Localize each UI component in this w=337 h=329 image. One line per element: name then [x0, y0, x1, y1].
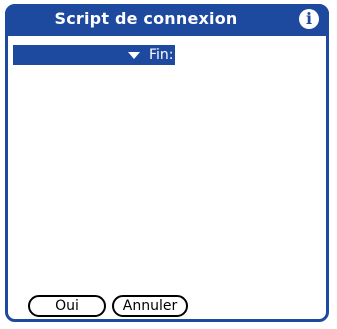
script-step-row[interactable]: Fin:: [13, 45, 175, 65]
dialog-window: Script de connexion i Fin: Oui Annuler: [5, 4, 329, 322]
title-bar: Script de connexion i: [5, 4, 329, 36]
dialog-title: Script de connexion: [54, 9, 238, 28]
info-glyph: i: [305, 9, 313, 28]
info-icon[interactable]: i: [299, 9, 319, 29]
annuler-button[interactable]: Annuler: [112, 295, 188, 317]
oui-button[interactable]: Oui: [28, 295, 106, 317]
script-step-label: Fin:: [149, 47, 174, 63]
triangle-down-icon[interactable]: [128, 52, 140, 59]
